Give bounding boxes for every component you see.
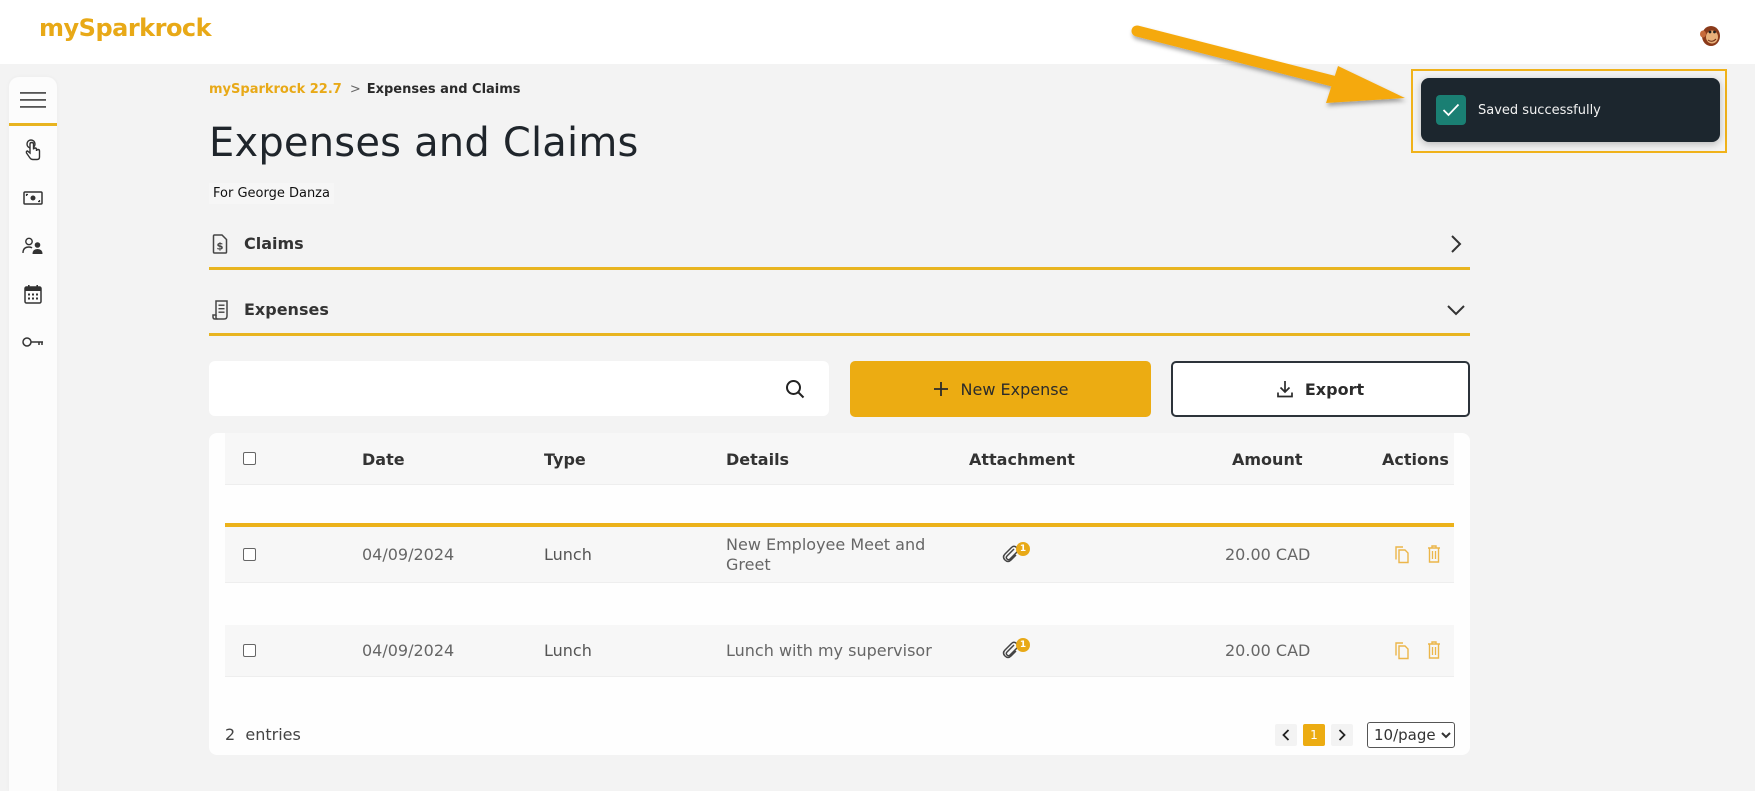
column-header-details[interactable]: Details bbox=[726, 450, 789, 469]
checkmark-icon bbox=[1436, 95, 1466, 125]
copy-icon bbox=[1395, 546, 1409, 564]
table-row[interactable]: 04/09/2024 Lunch New Employee Meet and G… bbox=[225, 527, 1454, 583]
prev-page-button[interactable] bbox=[1275, 724, 1297, 746]
export-label: Export bbox=[1304, 379, 1365, 399]
expenses-section-header[interactable]: Expenses bbox=[209, 286, 1470, 336]
people-icon bbox=[22, 237, 43, 254]
hand-pointer-icon bbox=[25, 139, 41, 161]
row-type: Lunch bbox=[544, 641, 592, 660]
claims-section-header[interactable]: $ Claims bbox=[209, 220, 1470, 270]
breadcrumb-current: Expenses and Claims bbox=[366, 82, 521, 97]
copy-button[interactable] bbox=[1393, 545, 1411, 565]
table-header: Date Type Details Attachment Amount Acti… bbox=[225, 433, 1454, 485]
breadcrumb: mySparkrock 22.7 > Expenses and Claims bbox=[209, 82, 521, 97]
chevron-right-icon bbox=[1338, 729, 1346, 741]
sidebar-item-key[interactable] bbox=[9, 318, 57, 366]
app-logo[interactable]: mySparkrock bbox=[39, 14, 212, 42]
chevron-left-icon bbox=[1282, 729, 1290, 741]
sidebar-item-people[interactable] bbox=[9, 222, 57, 270]
page-number-current[interactable]: 1 bbox=[1303, 724, 1325, 746]
row-date: 04/09/2024 bbox=[362, 545, 455, 564]
calendar-icon bbox=[24, 285, 42, 304]
monkey-avatar-icon bbox=[1697, 21, 1725, 49]
sidebar-item-money[interactable] bbox=[9, 174, 57, 222]
column-header-actions: Actions bbox=[1382, 450, 1449, 469]
chevron-down-icon[interactable] bbox=[1444, 298, 1468, 322]
pagination: 1 10/page bbox=[1275, 722, 1455, 748]
hamburger-icon bbox=[20, 92, 46, 108]
user-avatar[interactable] bbox=[1696, 20, 1726, 50]
next-page-button[interactable] bbox=[1331, 724, 1353, 746]
copy-icon bbox=[1395, 642, 1409, 660]
trash-icon bbox=[1428, 545, 1440, 563]
toast-message: Saved successfully bbox=[1478, 102, 1601, 118]
sidebar-menu-toggle[interactable] bbox=[9, 77, 57, 126]
row-amount: 20.00 CAD bbox=[1225, 641, 1311, 660]
chevron-right-icon[interactable] bbox=[1444, 232, 1468, 256]
table-row[interactable]: 04/09/2024 Lunch Lunch with my superviso… bbox=[225, 625, 1454, 677]
column-header-date[interactable]: Date bbox=[362, 450, 405, 469]
download-icon bbox=[1277, 381, 1293, 398]
attachment-count-badge: 1 bbox=[1016, 638, 1030, 652]
row-details: Lunch with my supervisor bbox=[726, 641, 932, 660]
expenses-section-label: Expenses bbox=[244, 300, 329, 319]
expenses-table: Date Type Details Attachment Amount Acti… bbox=[209, 433, 1470, 755]
attachment-indicator[interactable]: 1 bbox=[1002, 542, 1030, 567]
delete-button[interactable] bbox=[1425, 544, 1443, 564]
entries-number: 2 bbox=[225, 725, 236, 744]
new-expense-label: New Expense bbox=[960, 379, 1069, 399]
success-toast: Saved successfully bbox=[1421, 78, 1720, 142]
new-expense-button[interactable]: New Expense bbox=[850, 361, 1151, 417]
row-type: Lunch bbox=[544, 545, 592, 564]
search-input[interactable] bbox=[209, 361, 783, 416]
row-amount: 20.00 CAD bbox=[1225, 545, 1311, 564]
entries-label: entries bbox=[245, 725, 301, 744]
row-checkbox[interactable] bbox=[243, 548, 256, 561]
svg-text:$: $ bbox=[217, 241, 224, 252]
attachment-count-badge: 1 bbox=[1016, 542, 1030, 556]
search-box bbox=[209, 361, 829, 416]
delete-button[interactable] bbox=[1425, 640, 1443, 660]
column-header-type[interactable]: Type bbox=[544, 450, 586, 469]
copy-button[interactable] bbox=[1393, 641, 1411, 661]
sidebar-item-touch[interactable] bbox=[9, 126, 57, 174]
attachment-indicator[interactable]: 1 bbox=[1002, 638, 1030, 663]
select-all-checkbox[interactable] bbox=[243, 452, 256, 465]
breadcrumb-separator: > bbox=[349, 82, 361, 97]
top-bar: mySparkrock bbox=[0, 0, 1755, 64]
row-date: 04/09/2024 bbox=[362, 641, 455, 660]
search-icon[interactable] bbox=[783, 377, 807, 401]
page-size-select[interactable]: 10/page bbox=[1367, 722, 1455, 748]
receipt-icon bbox=[212, 299, 232, 321]
entries-count: 2 entries bbox=[225, 725, 301, 744]
key-icon bbox=[22, 337, 43, 347]
dollar-document-icon: $ bbox=[212, 233, 232, 255]
export-button[interactable]: Export bbox=[1171, 361, 1470, 417]
money-icon bbox=[23, 191, 43, 205]
row-checkbox[interactable] bbox=[243, 644, 256, 657]
trash-icon bbox=[1428, 641, 1440, 659]
page-title: Expenses and Claims bbox=[209, 120, 639, 166]
row-details: New Employee Meet and Greet bbox=[726, 535, 926, 574]
sidebar bbox=[9, 77, 57, 791]
column-header-amount[interactable]: Amount bbox=[1232, 450, 1302, 469]
claims-section-label: Claims bbox=[244, 234, 304, 253]
sidebar-item-calendar[interactable] bbox=[9, 270, 57, 318]
breadcrumb-home-link[interactable]: mySparkrock 22.7 bbox=[209, 82, 342, 97]
employee-subtitle: For George Danza bbox=[209, 183, 334, 204]
column-header-attachment[interactable]: Attachment bbox=[969, 450, 1075, 469]
plus-icon bbox=[933, 382, 948, 396]
